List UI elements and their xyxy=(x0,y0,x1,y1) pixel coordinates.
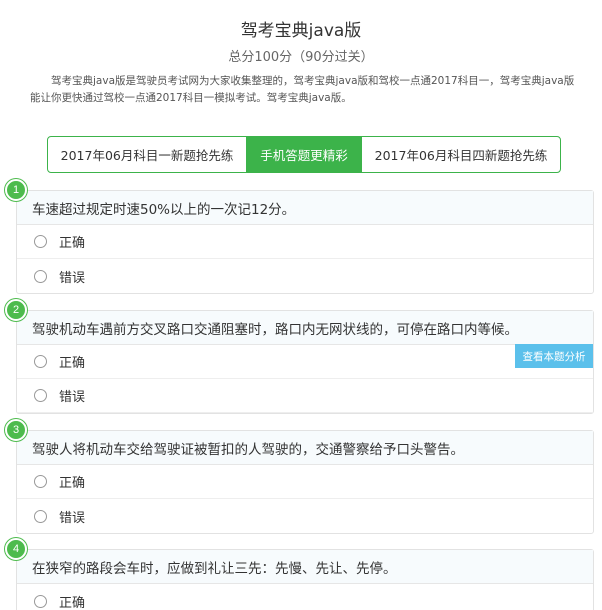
question-number-badge: 3 xyxy=(5,419,27,441)
option-true[interactable]: 正确 xyxy=(17,225,593,259)
question-number-badge: 4 xyxy=(5,538,27,560)
question-text: 驾驶机动车遇前方交叉路口交通阻塞时，路口内无网状线的，可停在路口内等候。 xyxy=(17,311,593,345)
intro-text: 驾考宝典java版是驾驶员考试网为大家收集整理的，驾考宝典java版和驾校一点通… xyxy=(30,75,575,104)
question-card: 车速超过规定时速50%以上的一次记12分。 正确 错误 xyxy=(16,190,594,294)
page-title: 驾考宝典java版 xyxy=(240,21,362,41)
option-label: 正确 xyxy=(59,476,86,491)
radio-icon[interactable] xyxy=(34,509,47,523)
radio-icon[interactable] xyxy=(34,235,47,248)
option-false[interactable]: 错误 xyxy=(17,259,593,293)
option-label: 错误 xyxy=(59,390,86,405)
radio-icon[interactable] xyxy=(34,355,47,368)
option-false[interactable]: 错误 xyxy=(17,379,593,413)
question-card: 驾驶人将机动车交给驾驶证被暂扣的人驾驶的，交通警察给予口头警告。 正确 错误 xyxy=(16,430,594,534)
option-label: 正确 xyxy=(59,356,86,371)
option-label: 错误 xyxy=(59,270,86,286)
radio-icon[interactable] xyxy=(34,269,47,283)
question-text: 在狭窄的路段会车时，应做到礼让三先：先慢、先让、先停。 xyxy=(17,550,593,584)
radio-icon[interactable] xyxy=(34,594,47,608)
tab-mobile-answer[interactable]: 手机答题更精彩 xyxy=(246,137,362,172)
score-subtitle: 总分100分（90分过关） xyxy=(228,50,374,65)
question-text: 车速超过规定时速50%以上的一次记12分。 xyxy=(17,191,593,225)
option-label: 正确 xyxy=(59,236,86,251)
question-number-badge: 1 xyxy=(5,179,27,201)
option-true[interactable]: 正确 xyxy=(17,345,593,379)
question-card: 在狭窄的路段会车时，应做到礼让三先：先慢、先让、先停。 正确 xyxy=(16,549,594,610)
option-label: 错误 xyxy=(59,510,86,526)
option-false[interactable]: 错误 xyxy=(17,499,593,533)
tab-bar: 2017年06月科目一新题抢先练 手机答题更精彩 2017年06月科目四新题抢先… xyxy=(47,136,561,173)
option-true[interactable]: 正确 xyxy=(17,584,593,610)
tab-subject-one-new[interactable]: 2017年06月科目一新题抢先练 xyxy=(48,137,246,172)
option-label: 正确 xyxy=(59,595,86,610)
tab-subject-four-new[interactable]: 2017年06月科目四新题抢先练 xyxy=(362,137,560,172)
question-card: 驾驶机动车遇前方交叉路口交通阻塞时，路口内无网状线的，可停在路口内等候。 正确 … xyxy=(16,310,594,414)
question-number-badge: 2 xyxy=(5,299,27,321)
question-text: 驾驶人将机动车交给驾驶证被暂扣的人驾驶的，交通警察给予口头警告。 xyxy=(17,431,593,465)
radio-icon[interactable] xyxy=(34,475,47,488)
radio-icon[interactable] xyxy=(34,389,47,402)
option-true[interactable]: 正确 xyxy=(17,465,593,499)
view-analysis-button[interactable]: 查看本题分析 xyxy=(515,344,593,368)
exam-page: 驾考宝典java版 总分100分（90分过关） 驾考宝典java版是驾驶员考试网… xyxy=(0,0,602,610)
